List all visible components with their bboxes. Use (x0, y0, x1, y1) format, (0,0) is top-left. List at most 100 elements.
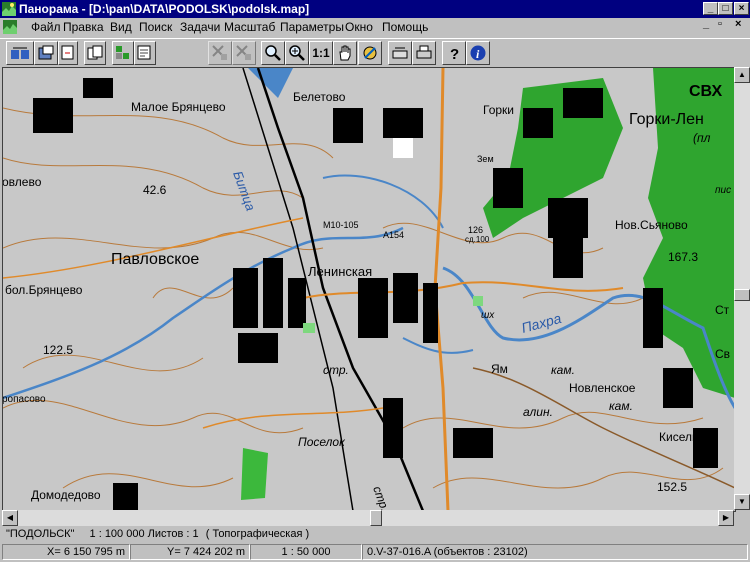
scale-one-to-one-button[interactable]: 1:1 (309, 41, 333, 65)
new-document-icon (61, 45, 74, 60)
menu-parameters[interactable]: Параметры (280, 20, 344, 34)
label-yam: Ям (491, 362, 508, 376)
menu-help[interactable]: Помощь (382, 20, 428, 34)
label-str1: стр. (323, 363, 349, 377)
map-info-bar: "ПОДОЛЬСК" 1 : 100 000 Листов : 1 ( Топо… (2, 527, 748, 543)
scroll-right-button[interactable]: ▶ (718, 510, 734, 526)
horizontal-scrollbar[interactable]: ◀ ▶ (2, 510, 734, 526)
label-ropasovo: ропасово (3, 394, 46, 405)
label-elev-1673: 167.3 (668, 250, 698, 264)
printer-button[interactable] (412, 41, 436, 65)
select-object-button[interactable] (208, 41, 232, 65)
help-icon: ? (450, 46, 459, 62)
map-name: "ПОДОЛЬСК" (6, 528, 75, 540)
sheet-info-value: 0.V-37-016.A (объектов : 23102) (367, 546, 528, 558)
zoom-out-icon (265, 45, 281, 61)
layers-button[interactable] (112, 41, 134, 65)
label-svh: СВХ (689, 83, 723, 100)
label-ovlevo: овлево (3, 175, 42, 189)
map-view[interactable]: Малое Брянцево Белетово Горки СВХ Горки-… (2, 67, 736, 512)
label-malo-bryantsevo: Малое Брянцево (131, 100, 226, 114)
doc-close-button[interactable]: × (735, 18, 741, 30)
document-system-icon[interactable] (3, 20, 17, 34)
print-preview-icon (137, 45, 151, 60)
label-a154: А154 (383, 230, 404, 240)
printer-icon (416, 45, 432, 59)
select-disabled-icon (236, 45, 251, 60)
label-pavlovskoe: Павловское (111, 251, 199, 268)
title-bar: Панорама - [D:\pan\DATA\PODOLSK\podolsk.… (0, 0, 750, 18)
label-st: Ст (715, 303, 730, 317)
label-shkh: шх (481, 310, 495, 321)
label-leninskaya: Ленинская (308, 264, 372, 279)
menu-search[interactable]: Поиск (139, 20, 172, 34)
map-scale-sheets: 1 : 100 000 Листов : 1 (89, 528, 199, 540)
menu-file[interactable]: Файл (31, 20, 61, 34)
y-coordinate: Y= 7 424 202 m (130, 544, 250, 560)
layers-icon (116, 46, 129, 59)
save-map-button[interactable] (34, 41, 58, 65)
label-sv: Св (715, 347, 730, 361)
scanner-button[interactable] (388, 41, 412, 65)
label-kam2: кам. (609, 399, 633, 413)
menu-bar: Файл Правка Вид Поиск Задачи Масштаб Пар… (0, 18, 750, 36)
maximize-button[interactable]: □ (718, 2, 733, 15)
help-button[interactable]: ? (442, 41, 466, 65)
forest-south (241, 448, 268, 500)
label-pis: пис (715, 185, 731, 196)
open-map-button[interactable] (6, 41, 34, 65)
zoom-in-button[interactable] (285, 41, 309, 65)
scroll-down-button[interactable]: ▼ (734, 494, 750, 510)
pan-hand-icon (339, 45, 351, 61)
vertical-scroll-thumb[interactable] (734, 289, 750, 301)
menu-view[interactable]: Вид (110, 20, 132, 34)
topographic-map[interactable]: Малое Брянцево Белетово Горки СВХ Горки-… (3, 68, 735, 511)
close-button[interactable]: × (734, 2, 749, 15)
doc-minimize-button[interactable]: _ (703, 18, 709, 30)
info-button[interactable]: i (466, 41, 490, 65)
horizontal-scroll-thumb[interactable] (370, 510, 382, 526)
label-zem: Зем (477, 154, 494, 164)
label-nov-syanovo: Нов.Сьяново (615, 218, 688, 232)
scroll-left-button[interactable]: ◀ (2, 510, 18, 526)
scroll-up-button[interactable]: ▲ (734, 67, 750, 83)
menu-window[interactable]: Окно (345, 20, 373, 34)
current-scale: 1 : 50 000 (250, 544, 362, 560)
zoom-out-button[interactable] (261, 41, 285, 65)
label-m10: М10-105 (323, 220, 359, 230)
select-disabled-button[interactable] (232, 41, 256, 65)
menu-scale[interactable]: Масштаб (224, 20, 275, 34)
label-kiselikha: Киселиха (659, 430, 712, 444)
label-gorki: Горки (483, 103, 514, 117)
copy-layer-button[interactable] (84, 41, 106, 65)
minimize-button[interactable]: _ (703, 2, 718, 15)
doc-restore-button[interactable]: ▫ (718, 18, 722, 30)
sheet-info: 0.V-37-016.A (объектов : 23102) (362, 544, 748, 560)
map-options-icon (363, 46, 377, 60)
svg-text:?: ? (450, 46, 459, 62)
label-elev-1525: 152.5 (657, 480, 687, 494)
menu-tasks[interactable]: Задачи (180, 20, 220, 34)
print-preview-button[interactable] (134, 41, 156, 65)
scale-one-label: 1:1 (312, 46, 330, 60)
open-map-icon (11, 47, 29, 59)
vertical-scrollbar[interactable]: ▲ ▼ (734, 67, 750, 510)
y-coordinate-value: Y= 7 424 202 m (167, 546, 245, 558)
menu-edit[interactable]: Правка (63, 20, 104, 34)
map-info-panel: "ПОДОЛЬСК" 1 : 100 000 Листов : 1 ( Топо… (2, 527, 748, 543)
toolbar: 1:1 ? i (0, 38, 750, 66)
label-alin: алин. (523, 405, 553, 419)
pan-hand-button[interactable] (333, 41, 357, 65)
label-bol-bryantsevo: бол.Брянцево (5, 283, 83, 297)
label-novlenskoe: Новленское (569, 381, 636, 395)
new-document-button[interactable] (58, 41, 78, 65)
panorama-app-icon[interactable] (2, 2, 16, 16)
label-poselok: Поселок (298, 435, 346, 449)
map-options-button[interactable] (358, 41, 382, 65)
label-kam1: кам. (551, 363, 575, 377)
x-coordinate-value: X= 6 150 795 m (47, 546, 125, 558)
info-icon: i (470, 45, 486, 61)
label-pl: (пл (693, 131, 711, 145)
label-gorki-len: Горки-Лен (629, 111, 704, 128)
save-map-icon (38, 45, 54, 60)
